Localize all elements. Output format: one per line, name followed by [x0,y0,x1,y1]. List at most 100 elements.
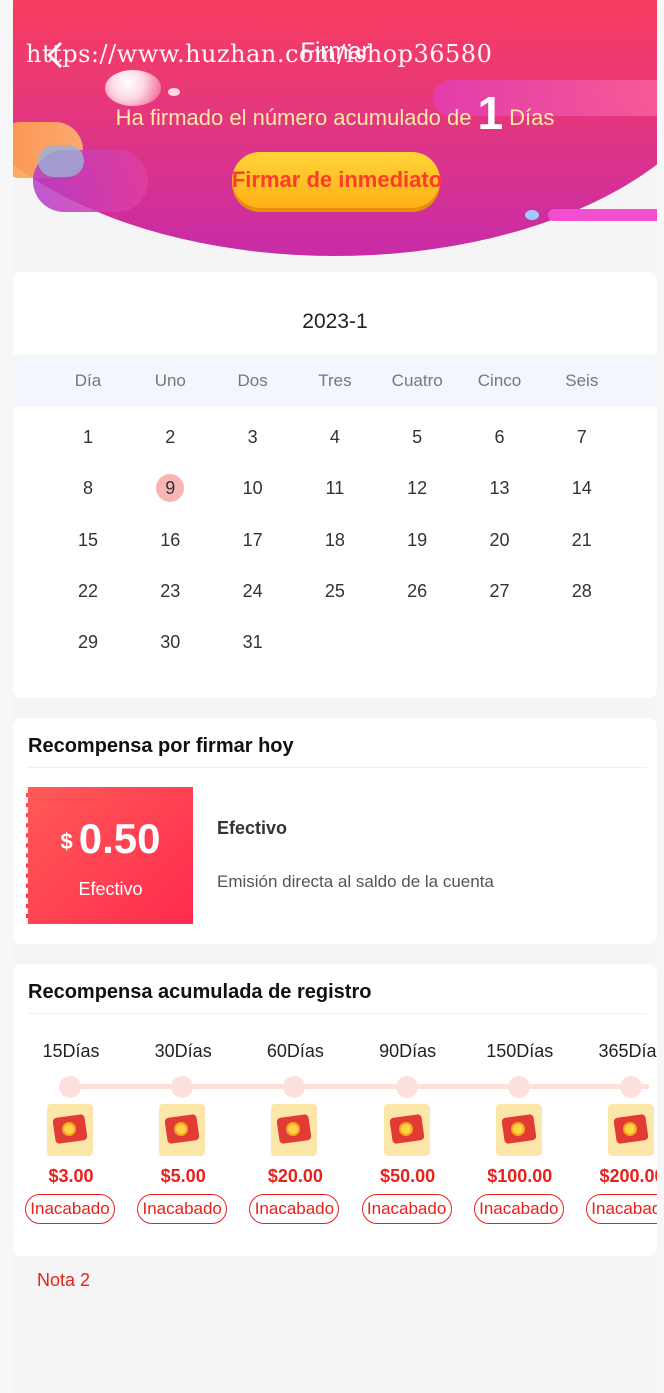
milestone-amount: $100.00 [487,1166,553,1186]
calendar-day[interactable]: 27 [459,576,541,606]
calendar-day[interactable]: 6 [459,422,541,452]
calendar-day[interactable]: 8 [47,473,129,503]
coupon-type: Efectivo [78,879,143,899]
milestone-item: 150Días $100.00 Inacabado [473,964,585,1256]
calendar-day[interactable]: 3 [212,422,294,452]
calendar-card: 2023-1 Día Uno Dos Tres Cuatro Cinco Seis 1234… [13,272,657,698]
milestone-status-button[interactable]: Inacabado [586,1194,657,1224]
decor-blob [38,145,84,177]
milestone-days: 90Días [379,1041,437,1061]
weekday-label: Seis [565,371,599,390]
calendar-day[interactable]: 5 [376,422,458,452]
signed-prefix: Ha firmado el número acumulado de [115,105,472,130]
weekday-label: Dos [237,371,268,390]
calendar-day[interactable]: 13 [459,473,541,503]
cumulative-reward-card: Recompensa acumulada de registro 15Días $… [13,964,657,1256]
calendar-day[interactable]: 23 [129,576,211,606]
calendar-month: 2023-1 [302,310,368,333]
calendar-day[interactable]: 16 [129,525,211,555]
calendar-day[interactable]: 25 [294,576,376,606]
red-envelope-icon [159,1104,206,1156]
divider [28,767,647,768]
calendar-day[interactable]: 1 [47,422,129,452]
milestone-dot [59,1076,81,1098]
back-arrow-icon[interactable] [43,40,67,70]
calendar-day[interactable]: 12 [376,473,458,503]
currency-symbol: $ [60,829,73,854]
calendar-day[interactable]: 7 [541,422,623,452]
calendar-day[interactable]: 17 [212,525,294,555]
calendar-day[interactable]: 2 [129,422,211,452]
milestone-dot [283,1076,306,1098]
milestone-amount: $20.00 [267,1166,323,1186]
decor-bar [548,209,657,221]
milestone-days: 30Días [154,1041,212,1061]
calendar-day[interactable]: 10 [212,473,294,503]
red-envelope-icon [271,1104,318,1156]
calendar-day[interactable]: 20 [459,525,541,555]
sign-in-page: Firmar https://www.huzhan.com/ishop36580… [13,0,657,1393]
decor-dot [525,210,539,220]
signed-count: 1 [477,87,504,139]
milestone-amount: $50.00 [380,1166,436,1186]
milestone-dot [507,1076,530,1098]
weekday-label: Día [74,371,102,390]
milestone-status-button[interactable]: Inacabado [473,1194,564,1224]
calendar-day[interactable]: 18 [294,525,376,555]
calendar-day[interactable]: 4 [294,422,376,452]
milestone-amount: $200.00 [599,1166,657,1186]
reward-name: Efectivo [217,818,288,838]
milestone-item: 90Días $50.00 Inacabado [361,964,473,1256]
today-reward-card: Recompensa por firmar hoy $0.50 Efectivo… [13,718,657,944]
coupon-amount: $0.50 [28,815,193,863]
signed-suffix: Días [509,105,555,130]
milestone-days: 365Días [598,1041,657,1061]
watermark-url: https://www.huzhan.com/ishop36580 [26,40,493,68]
milestone-dot [395,1076,418,1098]
calendar-day[interactable]: 26 [376,576,458,606]
milestone-list: 15Días $3.00 Inacabado 30Días $5.00 Inacabado… [13,964,657,1256]
weekday-label: Cinco [477,371,522,390]
red-envelope-icon [47,1104,93,1156]
red-envelope-icon [495,1104,542,1156]
calendar-day[interactable]: 28 [541,576,623,606]
weekday-label: Cuatro [391,371,443,390]
weekday-label: Uno [154,371,186,390]
amount-value: 0.50 [78,815,161,862]
milestone-amount: $5.00 [160,1166,206,1186]
milestone-days: 15Días [42,1041,100,1061]
calendar-day[interactable]: 15 [47,525,129,555]
calendar-day[interactable]: 31 [212,627,294,657]
weekday-header: Día Uno Dos Tres Cuatro Cinco Seis [13,355,657,407]
calendar-day[interactable]: 21 [541,525,623,555]
calendar-day[interactable]: 29 [47,627,129,657]
milestone-status-button[interactable]: Inacabado [25,1194,115,1224]
cash-coupon: $0.50 Efectivo [26,787,193,924]
milestone-dot [171,1076,194,1098]
milestone-amount: $3.00 [48,1166,94,1186]
note-text: Nota 2 [37,1270,91,1290]
red-envelope-icon [383,1104,430,1156]
milestone-days: 60Días [266,1041,324,1061]
milestone-dot [620,1076,642,1098]
calendar-day[interactable]: 22 [47,576,129,606]
weekday-label: Tres [318,371,352,390]
signed-summary: Ha firmado el número acumulado de 1 Días [13,86,657,140]
milestone-status-button[interactable]: Inacabado [361,1194,452,1224]
calendar-day[interactable]: 30 [129,627,211,657]
milestone-item: 30Días $5.00 Inacabado [136,964,248,1256]
hero-header: Firmar https://www.huzhan.com/ishop36580… [13,0,657,256]
milestone-status-button[interactable]: Inacabado [249,1194,340,1224]
red-envelope-icon [608,1104,654,1156]
milestone-status-button[interactable]: Inacabado [137,1194,228,1224]
milestone-item: 365Días $200.00 Inacabado [585,964,657,1256]
sign-now-button-label[interactable]: Firmar de inmediato [227,165,447,256]
calendar-day-today[interactable]: 9 [129,473,211,503]
milestone-item: 15Días $3.00 Inacabado [24,964,136,1256]
calendar-day[interactable]: 11 [294,473,376,503]
calendar-day[interactable]: 19 [376,525,458,555]
calendar-day[interactable]: 14 [541,473,623,503]
reward-description: Emisión directa al saldo de la cuenta [217,872,494,891]
today-reward-title: Recompensa por firmar hoy [28,735,294,757]
calendar-day[interactable]: 24 [212,576,294,606]
